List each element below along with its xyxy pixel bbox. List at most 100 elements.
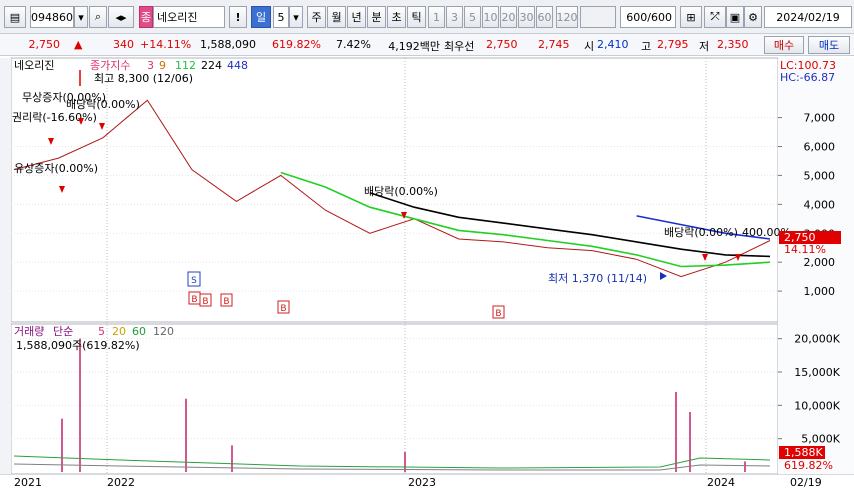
svg-text:S: S [191, 276, 197, 286]
price-tick-label: 7,000 [804, 112, 836, 125]
period-year[interactable]: 년 [347, 6, 366, 28]
annotation-ex-rights: 권리락(-16.60%) [12, 111, 97, 124]
current-volume-ratio-label: 619.82% [784, 459, 833, 472]
interval-1[interactable]: 1 [428, 6, 445, 28]
legend-ma-224: 224 [201, 59, 222, 72]
svg-text:B: B [280, 304, 286, 314]
buy-button[interactable]: 매수 [764, 36, 804, 54]
price-tick-label: 1,000 [804, 285, 836, 298]
up-arrow-icon: ▲ [74, 38, 83, 51]
code-dropdown-icon[interactable]: ▾ [74, 6, 88, 28]
svg-text:B: B [202, 297, 208, 307]
interval-5[interactable]: 5 [464, 6, 481, 28]
draw-tool-icon[interactable]: ⤱ [704, 6, 726, 28]
annotation-high: 최고 8,300 (12/06) [94, 72, 193, 85]
multiplier-dropdown-icon[interactable]: ▾ [289, 6, 303, 28]
annotation-dividend-1: 배당락(0.00%) [66, 98, 140, 111]
interval-10[interactable]: 10 [482, 6, 499, 28]
interval-60[interactable]: 60 [536, 6, 553, 28]
volume-tick-label: 20,000K [794, 333, 840, 346]
date-field[interactable]: 2024/02/19 [764, 6, 852, 28]
volume-tick-label: 15,000K [794, 366, 840, 379]
xaxis-label-current-date: 02/19 [790, 476, 822, 488]
current-volume-axis-label: 1,588K [784, 446, 823, 459]
annotation-dividend-2: 배당락(0.00%) [364, 185, 438, 198]
axis-hc-label: HC:-66.87 [780, 71, 835, 84]
custom-interval-field[interactable] [580, 6, 616, 28]
current-price: 2,750 [28, 38, 61, 51]
interval-30[interactable]: 30 [518, 6, 535, 28]
svg-text:B: B [191, 295, 197, 305]
price-tick-label: 2,000 [804, 256, 836, 269]
volume-tick-label: 5,000K [801, 433, 840, 446]
xaxis-label-2022: 2022 [107, 476, 135, 488]
low-price: 2,350 [717, 38, 749, 51]
price-tick-label: 6,000 [804, 141, 836, 154]
period-week[interactable]: 주 [307, 6, 326, 28]
data-count-field[interactable]: 600/600 [620, 6, 676, 28]
toolbar: ▤ 094860 ▾ ⌕ ◂▸ 종 네오리진 ! 일 5 ▾ 주 월 년 분 초… [0, 0, 854, 34]
speaker-icon[interactable]: ◂▸ [108, 6, 134, 28]
price-change: 340 [113, 38, 134, 51]
high-label: 고 [641, 40, 652, 53]
volume-ma-120: 120 [153, 325, 174, 338]
best-ask-label: 최우선 [444, 40, 475, 53]
legend-indicator: 종가지수 [90, 59, 130, 72]
period-tick[interactable]: 틱 [407, 6, 426, 28]
interval-3[interactable]: 3 [446, 6, 463, 28]
search-icon[interactable]: ⌕ [89, 6, 107, 28]
chart-background [0, 56, 854, 488]
interval-20[interactable]: 20 [500, 6, 517, 28]
xaxis-label-2023: 2023 [408, 476, 436, 488]
trade-amount: 4,192백만 [388, 40, 440, 53]
volume-ma-5: 5 [98, 325, 105, 338]
svg-text:B: B [495, 309, 501, 319]
period-multiplier[interactable]: 5 [273, 6, 289, 28]
open-label: 시 [584, 40, 595, 53]
high-price: 2,795 [657, 38, 689, 51]
current-change-axis-label: 14.11% [784, 243, 826, 256]
legend-ma-9: 9 [159, 59, 166, 72]
volume-ma-20: 20 [112, 325, 126, 338]
best-bid-price: 2,745 [538, 38, 570, 51]
change-percent: +14.11% [140, 38, 192, 51]
price-tick-label: 4,000 [804, 198, 836, 211]
annotation-low: 최저 1,370 (11/14) [548, 272, 647, 285]
annotation-paid-rights: 유상증자(0.00%) [14, 162, 98, 175]
stock-name-field[interactable]: 네오리진 [153, 6, 225, 28]
low-label: 저 [699, 40, 710, 53]
annotation-dividend-cluster: 배당락(0.00%) [664, 226, 738, 239]
period-day[interactable]: 일 [251, 6, 271, 28]
volume-label: 거래량 [14, 325, 44, 338]
period-month[interactable]: 월 [327, 6, 346, 28]
legend-ma-112: 112 [175, 59, 196, 72]
quote-bar: 2,750 ▲ 340 +14.11% 1,588,090 619.82% 7.… [0, 34, 854, 56]
interval-120[interactable]: 120 [556, 6, 578, 28]
legend-stock-name: 네오리진 [14, 59, 54, 72]
best-ask-price: 2,750 [486, 38, 518, 51]
stock-chart[interactable]: 네오리진 종가지수 3 9 112 224 448 최고 8,300 (12/0… [0, 56, 854, 488]
volume-ratio: 619.82% [272, 38, 321, 51]
volume-ma-60: 60 [132, 325, 146, 338]
alert-icon[interactable]: ! [229, 6, 247, 28]
open-price: 2,410 [597, 38, 629, 51]
volume-value-label: 1,588,090주(619.82%) [16, 339, 140, 352]
save-icon[interactable]: ▣ [726, 6, 744, 28]
period-minute[interactable]: 분 [367, 6, 386, 28]
price-tick-label: 5,000 [804, 169, 836, 182]
volume-ma-type: 단순 [53, 325, 73, 338]
add-icon[interactable]: ⊞ [680, 6, 702, 28]
xaxis-label-2024: 2024 [707, 476, 735, 488]
volume-tick-label: 10,000K [794, 399, 840, 412]
sell-button[interactable]: 매도 [808, 36, 850, 54]
stock-code-input[interactable]: 094860 [30, 6, 74, 28]
left-gutter [0, 58, 11, 474]
period-second[interactable]: 초 [387, 6, 406, 28]
legend-ma-448: 448 [227, 59, 248, 72]
turnover-rate: 7.42% [336, 38, 371, 51]
volume-value: 1,588,090 [200, 38, 256, 51]
legend-ma-3: 3 [147, 59, 154, 72]
stock-tag-badge: 종 [139, 6, 153, 28]
menu-icon[interactable]: ▤ [4, 6, 26, 28]
gear-icon[interactable]: ⚙ [744, 6, 762, 28]
